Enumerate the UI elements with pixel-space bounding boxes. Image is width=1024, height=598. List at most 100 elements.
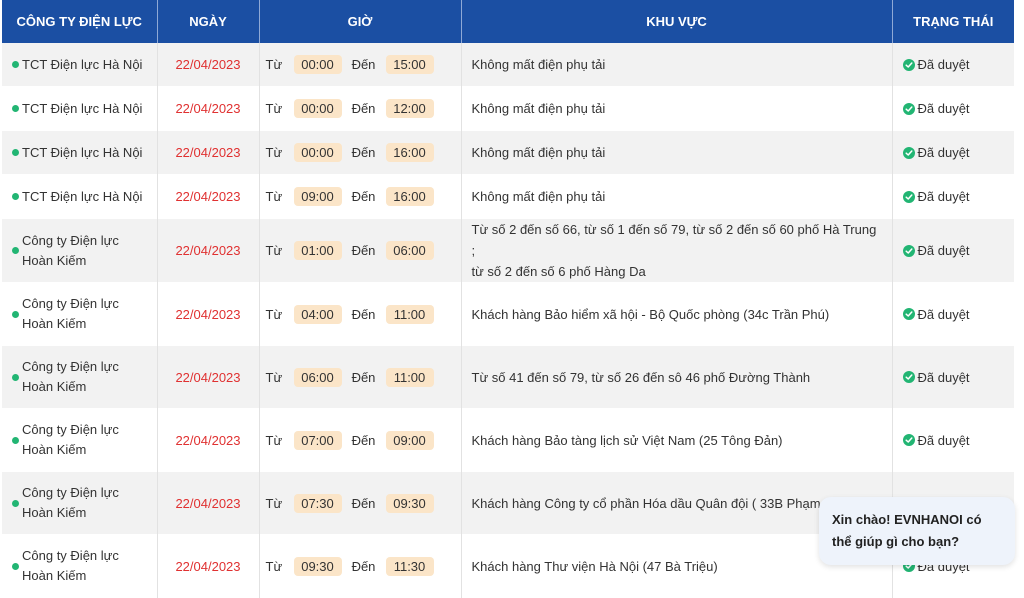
end-time-badge: 15:00 (385, 55, 434, 74)
green-dot-icon (12, 61, 19, 68)
time-cell: Từ 00:00 Đến 12:00 (259, 86, 462, 131)
time-cell: Từ 07:00 Đến 09:00 (259, 408, 462, 472)
company-name-line: Công ty Điện lực (22, 359, 119, 374)
green-dot-icon (12, 193, 19, 200)
start-time-badge: 00:00 (293, 99, 342, 118)
to-label: Đến (351, 369, 376, 385)
check-circle-icon (902, 102, 915, 115)
status-cell: Đã duyệt (892, 345, 1014, 409)
company-cell: TCT Điện lực Hà Nội (2, 86, 158, 131)
area-line: từ số 2 đến số 6 phố Hàng Da (471, 264, 646, 279)
company-name-line: TCT Điện lực Hà Nội (22, 144, 143, 160)
from-label: Từ (265, 189, 283, 204)
table-row: Công ty Điện lực Hoàn Kiếm 22/04/2023 Từ … (2, 282, 1014, 346)
check-circle-icon (902, 371, 915, 383)
end-time-badge: 16:00 (385, 143, 434, 162)
company-cell: Công ty Điện lực Hoàn Kiếm (2, 345, 158, 409)
check-circle-icon (902, 308, 915, 320)
green-dot-icon (12, 373, 19, 381)
company-cell: TCT Điện lực Hà Nội (2, 174, 158, 219)
end-time-badge: 06:00 (385, 241, 434, 260)
to-label: Đến (351, 189, 376, 204)
end-time-badge: 16:00 (385, 187, 434, 206)
start-time-badge: 00:00 (293, 55, 342, 74)
area-line: Không mất điện phụ tải (471, 189, 606, 204)
time-cell: Từ 00:00 Đến 16:00 (259, 130, 462, 175)
date-cell: 22/04/2023 (157, 345, 260, 409)
status-cell: Đã duyệt (892, 43, 1014, 87)
from-label: Từ (265, 306, 283, 322)
end-time-badge: 11:30 (385, 556, 434, 576)
date-cell: 22/04/2023 (157, 408, 260, 472)
green-dot-icon (12, 436, 19, 444)
table-row: Công ty Điện lực Hoàn Kiếm 22/04/2023 Từ … (2, 218, 1014, 283)
from-label: Từ (265, 145, 283, 160)
chat-greeting-line: Xin chào! EVNHANOI có (832, 512, 982, 527)
time-cell: Từ 06:00 Đến 11:00 (259, 345, 462, 409)
to-label: Đến (351, 145, 376, 160)
date-cell: 22/04/2023 (157, 86, 260, 131)
date-cell: 22/04/2023 (157, 282, 260, 346)
green-dot-icon (12, 149, 19, 156)
check-circle-icon (902, 190, 915, 203)
company-cell: TCT Điện lực Hà Nội (2, 130, 158, 175)
from-label: Từ (265, 495, 283, 511)
area-cell: Không mất điện phụ tải (461, 43, 893, 87)
date-cell: 22/04/2023 (157, 174, 260, 219)
company-name-line: Công ty Điện lực (22, 548, 119, 563)
start-time-badge: 09:00 (293, 187, 342, 206)
area-cell: Không mất điện phụ tải (461, 86, 893, 131)
from-label: Từ (265, 432, 283, 448)
company-cell: Công ty Điện lực Hoàn Kiếm (2, 408, 158, 472)
table-row: Công ty Điện lực Hoàn Kiếm 22/04/2023 Từ … (2, 345, 1014, 409)
time-cell: Từ 09:30 Đến 11:30 (259, 534, 462, 598)
company-name-line: Công ty Điện lực (22, 232, 119, 248)
start-time-badge: 07:30 (293, 493, 342, 513)
to-label: Đến (351, 432, 376, 448)
company-name-line: Công ty Điện lực (22, 485, 119, 500)
green-dot-icon (12, 105, 19, 112)
to-label: Đến (351, 495, 376, 511)
to-label: Đến (351, 101, 376, 116)
area-cell: Không mất điện phụ tải (461, 174, 893, 219)
area-cell: Khách hàng Bảo hiểm xã hội - Bộ Quốc phò… (461, 282, 893, 346)
check-circle-icon (902, 58, 915, 71)
from-label: Từ (265, 101, 283, 116)
company-name-line: TCT Điện lực Hà Nội (22, 188, 143, 204)
chat-greeting-line: thể giúp gì cho bạn? (832, 534, 960, 549)
from-label: Từ (265, 57, 283, 72)
end-time-badge: 09:00 (385, 430, 434, 450)
company-cell: Công ty Điện lực Hoàn Kiếm (2, 282, 158, 346)
status-cell: Đã duyệt (892, 174, 1014, 219)
header-time: GIỜ (259, 0, 462, 43)
to-label: Đến (351, 306, 376, 322)
area-cell: Từ số 41 đến số 79, từ số 26 đến sô 46 p… (461, 345, 893, 409)
status-label: Đã duyệt (917, 101, 970, 116)
company-name-line: TCT Điện lực Hà Nội (22, 100, 143, 116)
company-cell: TCT Điện lực Hà Nội (2, 43, 158, 87)
start-time-badge: 07:00 (293, 430, 342, 450)
start-time-badge: 00:00 (293, 143, 342, 162)
start-time-badge: 06:00 (293, 367, 342, 387)
check-circle-icon (902, 434, 915, 446)
area-cell: Khách hàng Bảo tàng lịch sử Việt Nam (25… (461, 408, 893, 472)
area-line: Khách hàng Bảo hiểm xã hội - Bộ Quốc phò… (471, 306, 830, 322)
chat-greeting-bubble[interactable]: Xin chào! EVNHANOI có thể giúp gì cho bạ… (819, 497, 1015, 565)
status-cell: Đã duyệt (892, 86, 1014, 131)
status-label: Đã duyệt (917, 145, 970, 160)
time-cell: Từ 04:00 Đến 11:00 (259, 282, 462, 346)
area-line: Từ số 41 đến số 79, từ số 26 đến sô 46 p… (471, 369, 811, 385)
company-name-line: Công ty Điện lực (22, 296, 119, 311)
header-area: KHU VỰC (461, 0, 893, 43)
company-name-line: Hoàn Kiếm (22, 252, 87, 268)
end-time-badge: 11:00 (385, 367, 434, 387)
green-dot-icon (12, 499, 19, 507)
date-cell: 22/04/2023 (157, 130, 260, 175)
date-cell: 22/04/2023 (157, 534, 260, 598)
status-label: Đã duyệt (917, 189, 970, 204)
green-dot-icon (12, 310, 19, 318)
company-cell: Công ty Điện lực Hoàn Kiếm (2, 534, 158, 598)
company-name-line: Hoàn Kiếm (22, 505, 87, 520)
company-name-line: Công ty Điện lực (22, 422, 119, 437)
area-line: Khách hàng Bảo tàng lịch sử Việt Nam (25… (471, 432, 783, 448)
